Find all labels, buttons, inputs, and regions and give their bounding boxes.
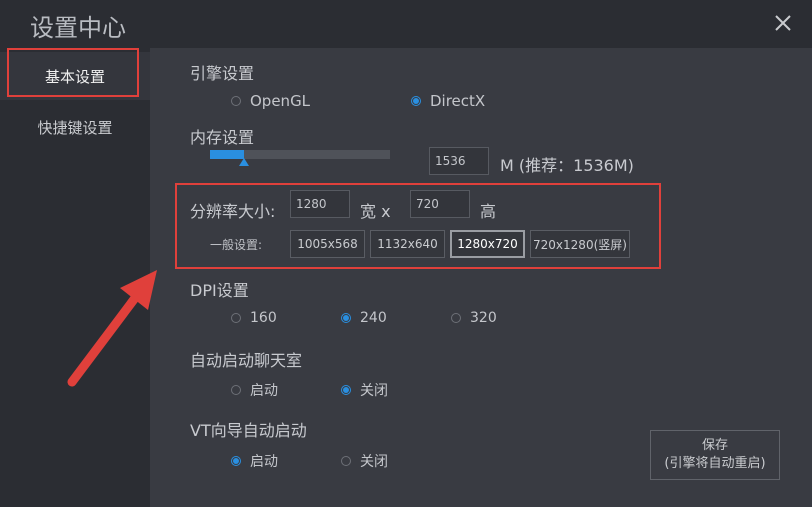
dpi-option-320[interactable]: 320: [451, 310, 497, 326]
memory-label: 内存设置: [190, 128, 255, 147]
memory-recommend-hint: M (推荐：1536M): [500, 156, 634, 175]
engine-option-opengl[interactable]: OpenGL: [231, 92, 310, 110]
chatroom-option-off[interactable]: 关闭: [341, 380, 388, 400]
memory-input[interactable]: 1536: [429, 147, 489, 175]
radio-icon: [231, 96, 241, 106]
radio-icon: [231, 385, 241, 395]
save-button[interactable]: 保存 (引擎将自动重启): [650, 430, 780, 480]
engine-option-directx[interactable]: DirectX: [411, 92, 485, 110]
radio-label: 关闭: [360, 383, 388, 399]
highlight-box-sidebar: [7, 48, 139, 97]
radio-label: 240: [360, 310, 387, 326]
radio-selected-icon: [341, 313, 351, 323]
radio-label: 启动: [250, 454, 278, 470]
engine-label: 引擎设置: [190, 64, 255, 83]
radio-icon: [341, 456, 351, 466]
sidebar-item-label: 快捷键设置: [37, 118, 113, 137]
radio-selected-icon: [411, 96, 421, 106]
chatroom-option-start[interactable]: 启动: [231, 380, 278, 400]
title-bar: 设置中心: [0, 0, 812, 48]
radio-icon: [231, 313, 241, 323]
vt-option-off[interactable]: 关闭: [341, 451, 388, 471]
radio-label: 320: [470, 310, 497, 326]
radio-label: 关闭: [360, 454, 388, 470]
memory-slider[interactable]: [210, 150, 390, 159]
radio-icon: [451, 313, 461, 323]
dpi-label: DPI设置: [190, 281, 249, 300]
chatroom-label: 自动启动聊天室: [190, 351, 303, 370]
radio-selected-icon: [231, 456, 241, 466]
dpi-option-240[interactable]: 240: [341, 310, 387, 326]
memory-slider-thumb[interactable]: [239, 158, 250, 166]
radio-label: DirectX: [430, 92, 486, 110]
radio-label: OpenGL: [250, 92, 311, 110]
radio-selected-icon: [341, 385, 351, 395]
save-button-label: 保存: [701, 438, 728, 453]
sidebar-item-hotkey-settings[interactable]: 快捷键设置: [0, 103, 150, 151]
window-title: 设置中心: [30, 14, 126, 42]
dpi-option-160[interactable]: 160: [231, 310, 277, 326]
radio-label: 160: [250, 310, 277, 326]
vt-option-start[interactable]: 启动: [231, 451, 278, 471]
close-icon[interactable]: [772, 12, 794, 34]
radio-label: 启动: [250, 383, 278, 399]
highlight-box-resolution: [175, 183, 661, 269]
annotation-arrow-icon: [67, 270, 157, 387]
save-button-note: (引擎将自动重启): [664, 456, 766, 471]
vt-label: VT向导自动启动: [190, 421, 307, 440]
